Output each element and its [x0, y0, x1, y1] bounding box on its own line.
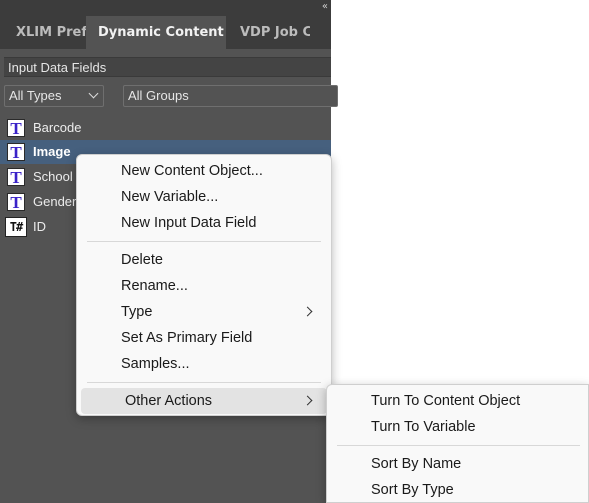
- chevron-down-icon: [88, 88, 99, 99]
- text-field-icon: T: [7, 193, 25, 211]
- menu-separator: [87, 382, 321, 383]
- field-label: Gender: [33, 194, 77, 209]
- tab-xlim-pref[interactable]: XLIM Pref: [6, 16, 86, 49]
- field-label: Image: [33, 144, 71, 159]
- field-row-barcode[interactable]: T Barcode: [0, 116, 331, 140]
- menu-item-type-label: Type: [121, 304, 153, 320]
- text-field-icon: T: [7, 119, 25, 137]
- text-field-icon: T: [7, 143, 25, 161]
- field-label: School: [33, 169, 73, 184]
- menu-item-samples[interactable]: Samples...: [77, 351, 331, 377]
- field-label: Barcode: [33, 120, 82, 135]
- menu-separator: [337, 445, 580, 446]
- tab-vdp-job[interactable]: VDP Job C: [226, 16, 310, 49]
- menu-item-sort-by-name[interactable]: Sort By Name: [327, 451, 588, 477]
- text-field-icon: T: [7, 168, 25, 186]
- collapse-icon[interactable]: «: [322, 1, 328, 13]
- tab-dynamic-content[interactable]: Dynamic Content: [86, 16, 226, 49]
- field-context-menu: New Content Object... New Variable... Ne…: [76, 154, 332, 416]
- number-field-icon: T#: [5, 217, 27, 237]
- menu-item-type[interactable]: Type: [77, 299, 331, 325]
- types-filter-select[interactable]: All Types: [4, 85, 104, 107]
- groups-filter-select[interactable]: All Groups: [123, 85, 338, 107]
- groups-filter-value: All Groups: [128, 88, 189, 103]
- chevron-right-icon: [302, 395, 313, 406]
- menu-item-turn-to-variable[interactable]: Turn To Variable: [327, 414, 588, 440]
- field-label: ID: [33, 219, 46, 234]
- menu-item-other-actions[interactable]: Other Actions: [81, 388, 327, 414]
- input-data-fields-header: Input Data Fields: [4, 57, 331, 77]
- menu-separator: [87, 241, 321, 242]
- menu-item-delete[interactable]: Delete: [77, 247, 331, 273]
- panel-collapse-bar: «: [0, 0, 331, 16]
- types-filter-value: All Types: [9, 88, 62, 103]
- menu-item-other-actions-label: Other Actions: [125, 393, 213, 409]
- menu-item-turn-to-content-object[interactable]: Turn To Content Object: [327, 388, 588, 414]
- chevron-right-icon: [302, 306, 313, 317]
- panel-tab-bar: XLIM Pref Dynamic Content VDP Job C: [0, 16, 331, 49]
- menu-item-new-input-data-field[interactable]: New Input Data Field: [77, 210, 331, 236]
- menu-item-new-variable[interactable]: New Variable...: [77, 184, 331, 210]
- menu-item-new-content-object[interactable]: New Content Object...: [77, 158, 331, 184]
- menu-item-set-as-primary-field[interactable]: Set As Primary Field: [77, 325, 331, 351]
- other-actions-submenu: Turn To Content Object Turn To Variable …: [326, 384, 589, 503]
- menu-item-rename[interactable]: Rename...: [77, 273, 331, 299]
- menu-item-sort-by-type[interactable]: Sort By Type: [327, 477, 588, 503]
